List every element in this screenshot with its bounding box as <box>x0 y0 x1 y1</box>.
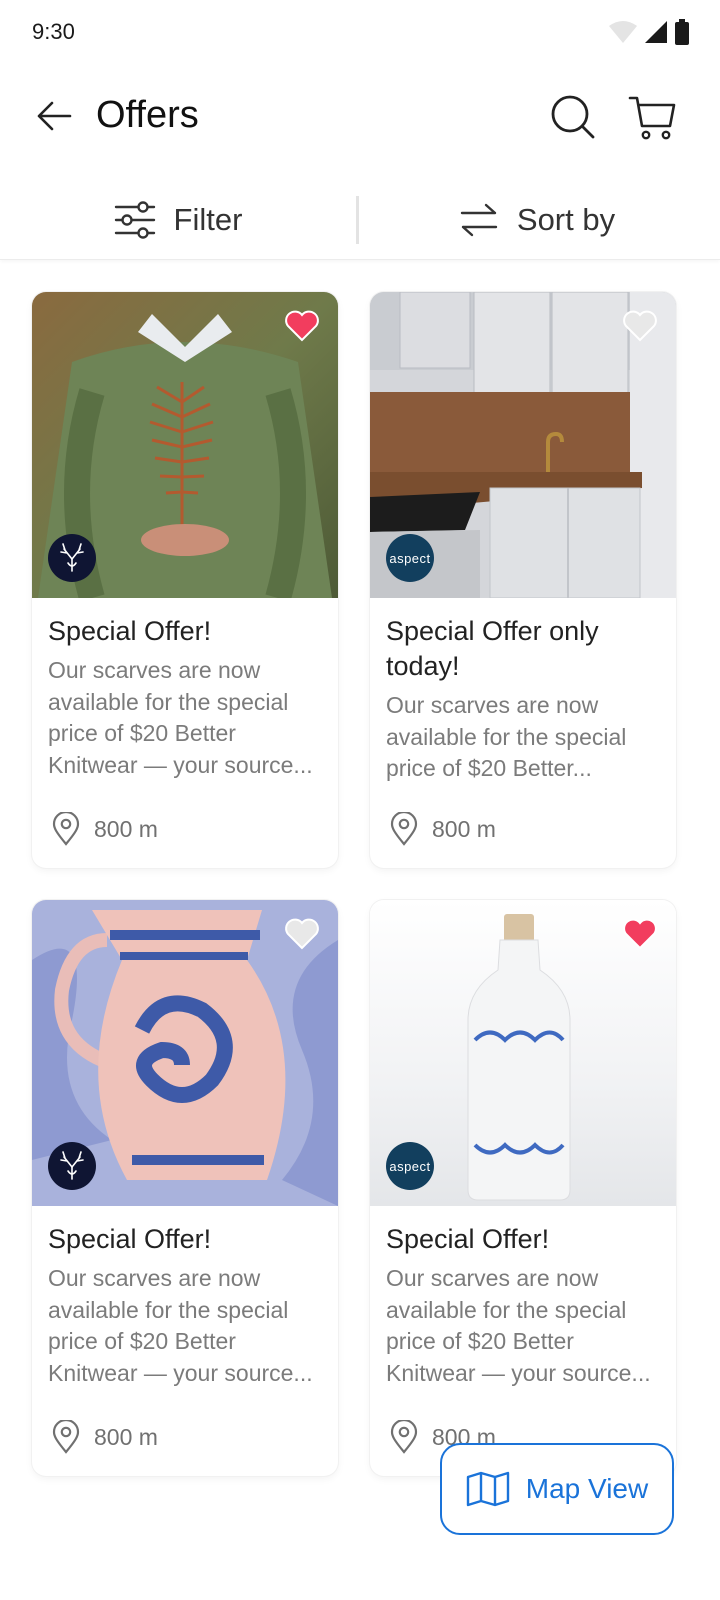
map-view-button[interactable]: Map View <box>440 1443 674 1535</box>
offer-image <box>32 292 338 598</box>
heart-icon[interactable] <box>622 918 658 950</box>
sort-arrows-icon <box>460 203 498 236</box>
sort-label: Sort by <box>516 201 616 237</box>
location-pin-icon <box>52 812 80 846</box>
offer-description: Our scarves are now available for the sp… <box>386 692 627 781</box>
offer-title: Special Offer! <box>48 616 212 646</box>
stag-icon <box>60 1151 84 1180</box>
arrow-left-icon <box>37 101 72 131</box>
map-view-label: Map View <box>525 1473 649 1504</box>
offer-distance: 800 m <box>94 815 158 842</box>
page-title: Offers <box>96 94 199 136</box>
offers-grid: Special Offer! Our scarves are now avail… <box>32 292 676 1476</box>
back-button[interactable] <box>30 96 78 136</box>
offer-image: aspect <box>370 292 676 598</box>
filter-button[interactable]: Filter <box>0 180 356 260</box>
filter-label: Filter <box>173 201 243 237</box>
status-icons <box>608 19 690 45</box>
offer-description: Our scarves are now available for the sp… <box>48 1265 313 1386</box>
location-pin-icon <box>390 1420 418 1454</box>
offer-distance: 800 m <box>432 815 496 842</box>
wifi-icon <box>609 21 637 43</box>
sort-button[interactable]: Sort by <box>359 180 715 260</box>
brand-logo <box>48 534 96 582</box>
offer-location: 800 m <box>390 812 496 846</box>
offer-description: Our scarves are now available for the sp… <box>386 1265 651 1386</box>
status-time: 9:30 <box>32 19 75 44</box>
offer-card[interactable]: aspect Special Offer! Our scarves are no… <box>370 900 676 1476</box>
sliders-icon <box>114 200 155 239</box>
brand-text: aspect <box>389 1158 431 1174</box>
heart-icon[interactable] <box>284 918 320 950</box>
app-bar: Offers <box>0 64 720 172</box>
offer-location: 800 m <box>52 812 158 846</box>
offer-description: Our scarves are now available for the sp… <box>48 657 313 778</box>
filter-sort-toolbar: Filter Sort by <box>0 180 720 260</box>
heart-icon[interactable] <box>622 310 658 342</box>
offer-card[interactable]: aspect Special Offer only today! Our sca… <box>370 292 676 868</box>
map-icon <box>466 1471 509 1507</box>
offer-title: Special Offer only today! <box>386 616 599 681</box>
location-pin-icon <box>52 1420 80 1454</box>
heart-icon[interactable] <box>284 310 320 342</box>
offer-image: aspect <box>370 900 676 1206</box>
offer-card[interactable]: Special Offer! Our scarves are now avail… <box>32 292 338 868</box>
offer-image <box>32 900 338 1206</box>
brand-logo <box>48 1142 96 1190</box>
offer-location: 800 m <box>52 1420 158 1454</box>
cart-button[interactable] <box>626 92 678 142</box>
offer-title: Special Offer! <box>48 1224 212 1254</box>
brand-logo: aspect <box>386 1142 434 1190</box>
stag-icon <box>60 543 84 572</box>
offer-card[interactable]: Special Offer! Our scarves are now avail… <box>32 900 338 1476</box>
status-bar: 9:30 <box>0 0 720 64</box>
battery-icon <box>675 19 689 45</box>
brand-text: aspect <box>389 550 431 566</box>
signal-icon <box>645 21 667 43</box>
cart-icon <box>628 96 676 140</box>
location-pin-icon <box>390 812 418 846</box>
offer-title: Special Offer! <box>386 1224 550 1254</box>
brand-logo: aspect <box>386 534 434 582</box>
search-icon <box>551 95 595 139</box>
offer-distance: 800 m <box>94 1423 158 1450</box>
search-button[interactable] <box>548 92 598 142</box>
